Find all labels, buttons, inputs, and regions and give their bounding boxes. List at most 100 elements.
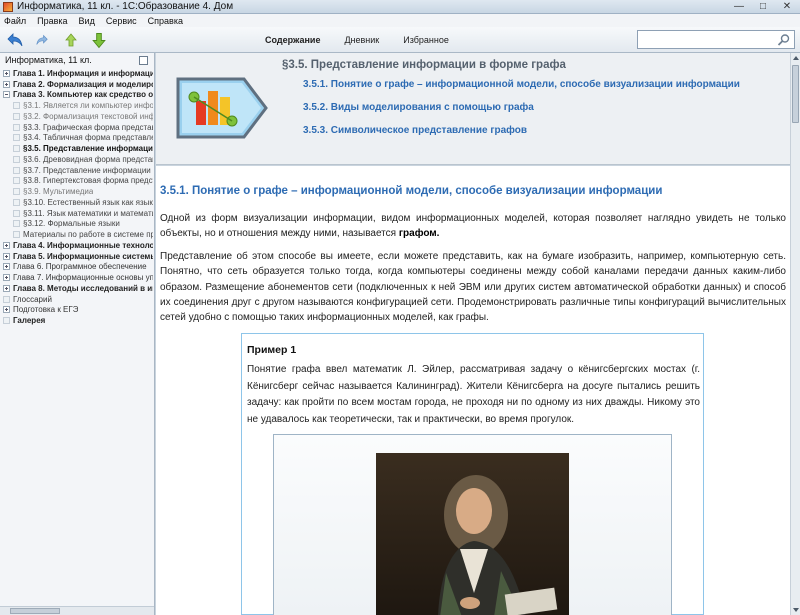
tree-chapter-item[interactable]: Глава 4. Информационные технологии (3, 240, 153, 251)
window-controls: — □ ✕ (732, 0, 794, 14)
expand-icon[interactable] (3, 252, 10, 260)
paragraph-intro-text: Одной из форм визуализации информации, в… (160, 213, 786, 240)
tree-section-item[interactable]: §3.9. Мультимедиа (3, 186, 153, 197)
collapse-icon[interactable] (3, 91, 10, 99)
panel-toggle-icon[interactable] (139, 56, 148, 65)
up-button[interactable] (62, 31, 80, 49)
scroll-up-icon[interactable] (792, 54, 800, 63)
example-text: Понятие графа ввел математик Л. Эйлер, р… (247, 364, 700, 425)
expand-icon[interactable] (3, 263, 10, 271)
maximize-button[interactable]: □ (756, 1, 770, 13)
menu-view[interactable]: Вид (79, 16, 95, 26)
forward-arrow-icon (36, 34, 48, 45)
minimize-button[interactable]: — (732, 1, 746, 13)
tree-item-label: §3.7. Представление информации (23, 165, 151, 175)
section-title: §3.5. Представление информации в форме г… (282, 59, 566, 71)
page-icon (13, 134, 20, 142)
tree-section-item[interactable]: Материалы по работе в системе программир… (3, 229, 153, 240)
tree-section-item[interactable]: §3.1. Является ли компьютер информационн… (3, 100, 153, 111)
tree-chapter-item[interactable]: Глоссарий (3, 294, 153, 305)
chart-section-icon (176, 77, 268, 139)
contents-tree: Глава 1. Информация и информационныеГлав… (3, 68, 153, 326)
page-icon (13, 188, 20, 196)
scroll-down-icon[interactable] (792, 605, 800, 614)
tree-chapter-item[interactable]: Глава 6. Программное обеспечение (3, 262, 153, 273)
tree-section-item[interactable]: §3.7. Представление информации (3, 165, 153, 176)
tree-section-item[interactable]: §3.4. Табличная форма представления (3, 133, 153, 144)
tree-chapter-item[interactable]: Глава 8. Методы исследований в информати… (3, 283, 153, 294)
tree-item-label: §3.12. Формальные языки (23, 219, 120, 229)
tree-item-label: §3.8. Гипертекстовая форма представления (23, 176, 153, 186)
tree-item-label: Глава 3. Компьютер как средство обработк… (13, 90, 153, 100)
link-3-5-2[interactable]: 3.5.2. Виды моделирования с помощью граф… (303, 102, 534, 113)
horizontal-scroll-thumb[interactable] (10, 608, 60, 614)
search-icon[interactable] (777, 33, 791, 47)
toolbar: Содержание Дневник Избранное (0, 27, 800, 53)
menu-help[interactable]: Справка (148, 16, 183, 26)
example-box: Пример 1 Понятие графа ввел математик Л.… (241, 333, 704, 615)
tree-item-label: §3.9. Мультимедиа (23, 187, 94, 197)
tree-section-item[interactable]: §3.5. Представление информации в форме г… (3, 143, 153, 154)
tree-item-label: §3.4. Табличная форма представления (23, 133, 153, 143)
tab-contents[interactable]: Содержание (265, 35, 320, 45)
euler-portrait-image[interactable] (376, 453, 569, 615)
tree-section-item[interactable]: §3.2. Формализация текстовой информации (3, 111, 153, 122)
link-3-5-1[interactable]: 3.5.1. Понятие о графе – информационной … (303, 79, 740, 90)
tree-chapter-item[interactable]: Глава 3. Компьютер как средство обработк… (3, 90, 153, 101)
tab-favorites[interactable]: Избранное (403, 35, 449, 45)
tree-item-label: Подготовка к ЕГЭ (13, 305, 79, 315)
page-icon (13, 231, 20, 239)
page-icon (13, 155, 20, 163)
tree-item-label: §3.6. Древовидная форма представления (23, 154, 153, 164)
nav-tabs: Содержание Дневник Избранное (265, 35, 449, 45)
expand-icon[interactable] (3, 80, 10, 88)
vertical-scrollbar[interactable] (790, 53, 800, 615)
vertical-scroll-thumb[interactable] (792, 65, 799, 123)
tab-diary[interactable]: Дневник (344, 35, 379, 45)
tree-section-item[interactable]: §3.10. Естественный язык как язык (3, 197, 153, 208)
down-button[interactable] (90, 31, 108, 49)
menu-file[interactable]: Файл (4, 16, 26, 26)
expand-icon[interactable] (3, 69, 10, 77)
tree-section-item[interactable]: §3.6. Древовидная форма представления (3, 154, 153, 165)
page-icon (3, 295, 10, 303)
back-arrow-icon (7, 33, 23, 47)
tree-section-item[interactable]: §3.3. Графическая форма представления (3, 122, 153, 133)
expand-icon[interactable] (3, 241, 10, 249)
page-icon (13, 166, 20, 174)
paragraph-network: Представление об этом способе вы имеете,… (160, 251, 786, 324)
page-icon (13, 209, 20, 217)
tree-item-label: §3.2. Формализация текстовой информации (23, 111, 153, 121)
forward-button[interactable] (33, 31, 51, 49)
tree-item-label: §3.1. Является ли компьютер информационн… (23, 101, 153, 111)
example-title: Пример 1 (247, 344, 297, 356)
page-icon (13, 123, 20, 131)
tree-section-item[interactable]: §3.8. Гипертекстовая форма представления (3, 176, 153, 187)
expand-icon[interactable] (3, 284, 10, 292)
expand-icon[interactable] (3, 306, 10, 314)
tree-item-label: §3.3. Графическая форма представления (23, 122, 153, 132)
tree-item-label: Глоссарий (13, 294, 52, 304)
back-button[interactable] (6, 31, 24, 49)
page-icon (13, 198, 20, 206)
tree-section-item[interactable]: §3.11. Язык математики и математики (3, 208, 153, 219)
menu-edit[interactable]: Правка (37, 16, 67, 26)
link-3-5-3[interactable]: 3.5.3. Символическое представление графо… (303, 125, 527, 136)
tree-chapter-item[interactable]: Галерея (3, 315, 153, 326)
search-input[interactable] (640, 32, 776, 47)
tree-chapter-item[interactable]: Глава 2. Формализация и моделирование (3, 79, 153, 90)
horizontal-scrollbar[interactable] (0, 606, 154, 615)
tree-chapter-item[interactable]: Глава 1. Информация и информационные (3, 68, 153, 79)
tree-chapter-item[interactable]: Глава 5. Информационные системы (3, 251, 153, 262)
menu-service[interactable]: Сервис (106, 16, 137, 26)
down-arrow-icon (92, 32, 106, 48)
tree-chapter-item[interactable]: Глава 7. Информационные основы управлени… (3, 272, 153, 283)
expand-icon[interactable] (3, 274, 10, 282)
image-frame (273, 434, 672, 615)
search-box (637, 30, 795, 49)
tree-section-item[interactable]: §3.12. Формальные языки (3, 219, 153, 230)
page-icon (13, 145, 20, 153)
tree-chapter-item[interactable]: Подготовка к ЕГЭ (3, 305, 153, 316)
close-button[interactable]: ✕ (780, 1, 794, 13)
tree-item-label: §3.5. Представление информации в форме г… (23, 144, 153, 154)
